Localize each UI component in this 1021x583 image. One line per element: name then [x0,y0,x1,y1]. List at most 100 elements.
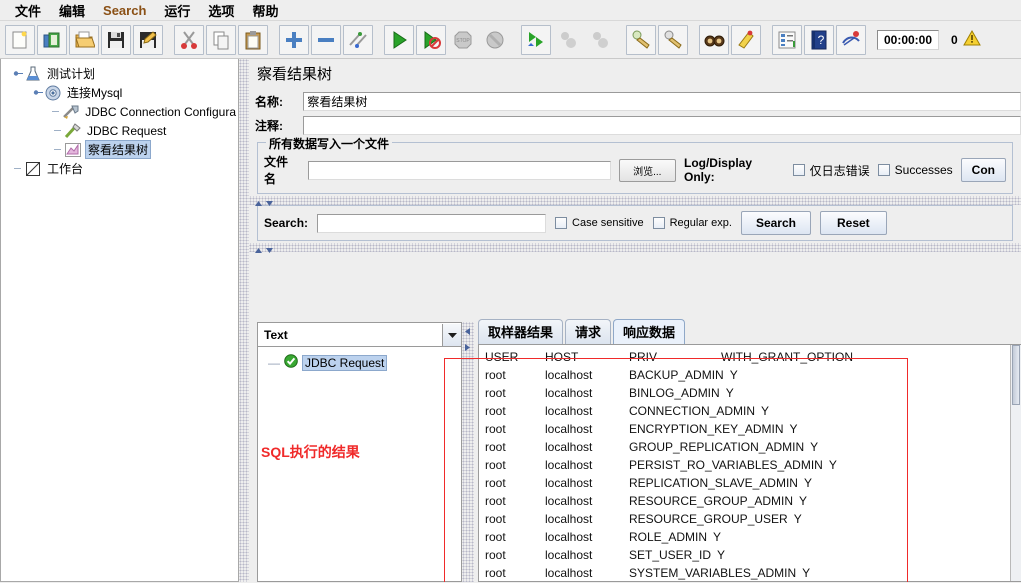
menu-item-4[interactable]: 选项 [199,0,243,21]
menu-item-5[interactable]: 帮助 [243,0,287,21]
filename-input[interactable] [307,160,611,180]
search-input[interactable] [317,213,547,233]
case-sensitive-checkbox[interactable]: Case sensitive [555,217,644,229]
function-helper-icon[interactable] [772,24,802,55]
search-button[interactable]: Search [740,211,811,235]
cut-icon[interactable] [174,24,204,55]
comment-label: 注释: [255,118,283,133]
tree-node-label: 察看结果树 [85,140,152,159]
expand-icon[interactable] [279,24,309,55]
tab-1[interactable]: 请求 [565,319,612,344]
vertical-splitter[interactable] [239,59,249,582]
start-no-pauses-icon[interactable] [416,24,446,55]
tree-node-1[interactable]: 连接Mysql [7,83,238,102]
cell-priv: PERSIST_RO_VARIABLES_ADMIN [629,458,823,472]
collapse-icon[interactable] [311,24,341,55]
table-row: root localhost GROUP_REPLICATION_ADMIN Y [485,438,1021,456]
menu-item-2[interactable]: Search [94,2,155,19]
scrollbar-thumb[interactable] [1012,345,1020,405]
tree-node-4[interactable]: 察看结果树 [7,140,238,159]
remote-shutdown-all-icon[interactable] [585,25,615,55]
tree-node-0[interactable]: 测试计划 [7,64,238,83]
warning-triangle-icon[interactable] [962,29,981,49]
splitter-right-icon[interactable] [464,341,471,355]
configure-button[interactable]: Con [960,158,1006,182]
chevron-down-icon[interactable] [442,323,461,346]
cell-user: root [485,458,506,472]
cell-with-grant-option: Y [828,458,837,472]
remote-start-all-icon[interactable] [521,24,551,55]
splitter-down-icon[interactable] [265,243,274,257]
undo-redo-icon[interactable] [836,24,866,55]
cell-host: localhost [545,422,593,436]
search-icon[interactable] [699,24,729,55]
tree-node-5[interactable]: 工作台 [7,159,238,178]
name-input[interactable]: 察看结果树 [303,91,1021,111]
tree-leaf-handle [53,125,64,136]
renderer-selected-label: Text [264,327,288,342]
tree-node-label: JDBC Request [87,123,167,138]
copy-icon[interactable] [206,24,236,55]
save-as-icon[interactable] [133,24,163,55]
checkbox-box[interactable] [877,164,890,176]
tab-2[interactable]: 响应数据 [613,319,686,344]
start-icon[interactable] [384,24,414,55]
checkbox-box[interactable] [652,217,665,229]
result-node-jdbc-request[interactable]: — JDBC Request [268,353,461,372]
regular-exp-checkbox[interactable]: Regular exp. [652,217,732,229]
open-icon[interactable] [69,24,99,55]
errors-checkbox[interactable]: 仅日志错误 [792,162,870,179]
test-plan-tree[interactable]: 测试计划连接Mysql JDBC Connection Configura JDBC… [0,59,239,582]
regular-exp-label: Regular exp. [669,217,732,229]
cell-user: root [485,530,506,544]
cell-with-grant-option: Y [761,404,770,418]
name-row: 名称: 察看结果树 [249,89,1021,113]
checkbox-box[interactable] [555,217,568,229]
splitter-down-icon[interactable] [265,196,274,210]
save-icon[interactable] [101,24,131,55]
shutdown-icon[interactable] [480,25,510,55]
clear-all-icon[interactable] [658,24,688,55]
splitter-left-icon[interactable] [464,325,471,339]
menu-item-0[interactable]: 文件 [6,0,50,21]
splitter-up-icon[interactable] [254,196,263,210]
menu-item-1[interactable]: 编辑 [50,0,94,21]
toggle-icon[interactable] [343,24,373,55]
templates-icon[interactable] [37,24,67,55]
browse-button[interactable]: 浏览... [618,158,676,182]
workbench-icon [24,160,42,177]
tree-node-2[interactable]: JDBC Connection Configura [7,102,238,121]
tree-node-3[interactable]: JDBC Request [7,121,238,140]
response-scrollbar[interactable] [1010,345,1021,581]
cell-priv: SET_USER_ID [629,548,712,562]
results-splitter[interactable] [462,322,474,582]
comment-input[interactable] [303,115,1021,135]
horizontal-splitter-top[interactable] [249,196,1021,206]
checkbox-box[interactable] [792,164,805,176]
successes-checkbox[interactable]: Successes [877,163,953,177]
reset-button[interactable]: Reset [819,211,887,235]
cell-with-grant-option: Y [793,512,802,526]
remote-stop-all-icon[interactable] [553,25,583,55]
results-area: Text — JDBC Request 取样器结果 请求 响应数据 USER H… [249,319,1021,582]
stop-icon[interactable]: STOP [448,25,478,55]
tab-0[interactable]: 取样器结果 [478,319,564,344]
tree-expand-handle[interactable] [13,68,24,79]
clear-icon[interactable] [626,24,656,55]
testplan-flask-icon [24,65,42,82]
filename-label: 文件名 [264,155,289,186]
column-header-priv: PRIV [629,350,658,364]
tree-node-label: 测试计划 [47,67,96,81]
paste-icon[interactable] [238,24,268,55]
help-icon[interactable]: ? [804,24,834,55]
menu-item-3[interactable]: 运行 [155,0,199,21]
renderer-dropdown[interactable]: Text [258,323,461,347]
new-icon[interactable] [5,24,35,55]
response-data-body[interactable]: USER HOST PRIV WITH_GRANT_OPTION root localho… [478,344,1021,582]
splitter-up-icon[interactable] [254,243,263,257]
tree-expand-handle[interactable] [33,87,44,98]
horizontal-splitter-bottom[interactable] [249,243,1021,253]
table-row: root localhost REPLICATION_SLAVE_ADMIN Y [485,474,1021,492]
table-row: root localhost ENCRYPTION_KEY_ADMIN Y [485,420,1021,438]
search-reset-icon[interactable] [731,24,761,55]
